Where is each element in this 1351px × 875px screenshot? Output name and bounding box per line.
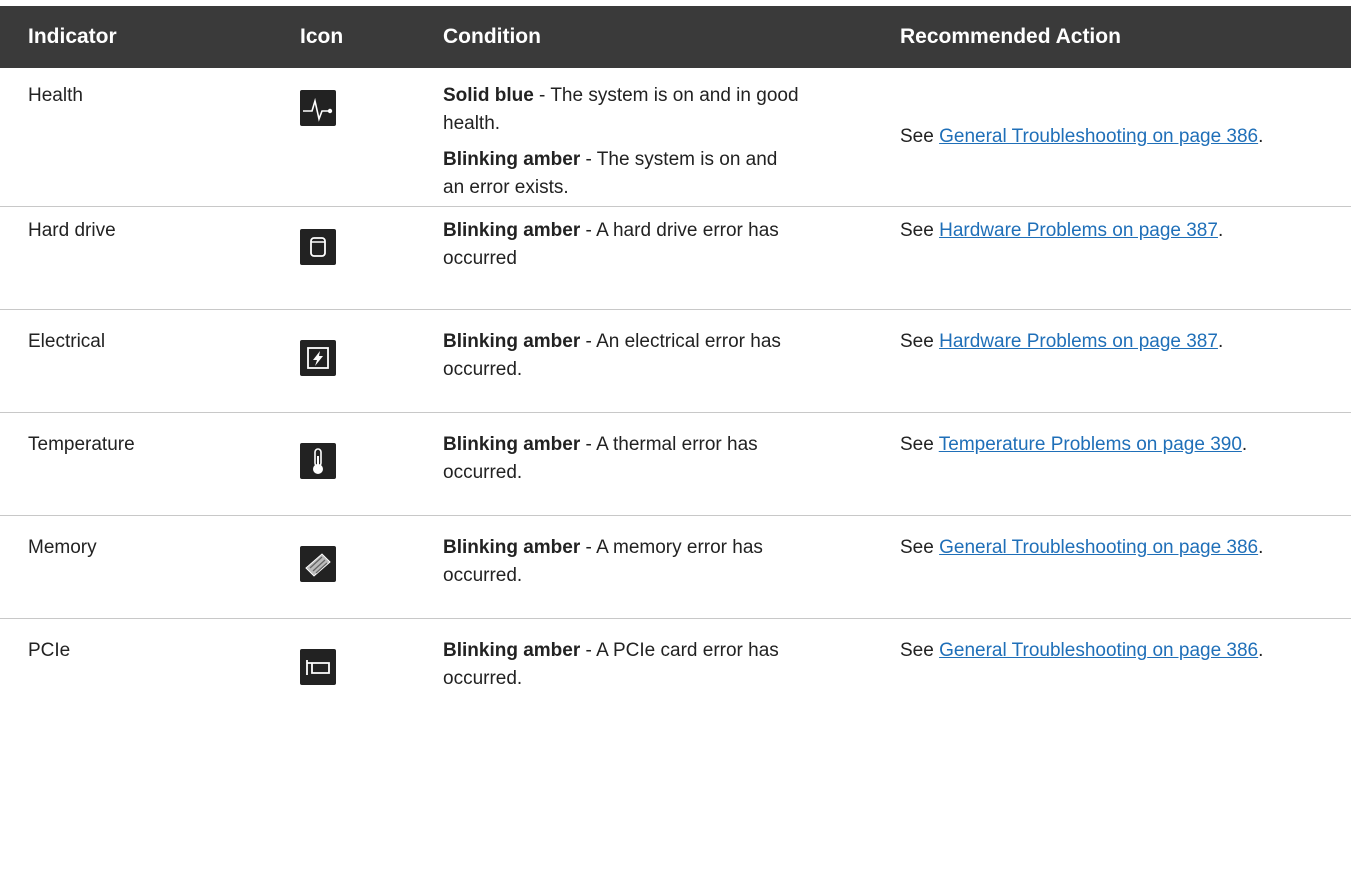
action-cell: See General Troubleshooting on page 386. bbox=[900, 637, 1300, 665]
table-row: Hard drive Blinking amber - A hard drive… bbox=[0, 207, 1351, 310]
condition-state: Blinking amber bbox=[443, 640, 581, 661]
action-prefix: See bbox=[900, 331, 940, 352]
health-pulse-icon bbox=[300, 90, 336, 126]
action-prefix: See bbox=[900, 220, 940, 241]
temperature-problems-link[interactable]: Temperature Problems bbox=[939, 434, 1131, 455]
action-suffix: . bbox=[1258, 640, 1264, 661]
indicator-name: Memory bbox=[28, 537, 97, 558]
pcie-card-icon bbox=[300, 649, 336, 685]
condition-cell: Blinking amber - An electrical error has… bbox=[443, 328, 803, 392]
electrical-bolt-icon bbox=[300, 340, 336, 376]
indicator-name: Hard drive bbox=[28, 220, 116, 241]
page-link[interactable]: on page 387 bbox=[1107, 331, 1218, 352]
table-row: Temperature Blinking amber - A thermal e… bbox=[0, 413, 1351, 516]
hard-drive-icon bbox=[300, 229, 336, 265]
indicator-name: Temperature bbox=[28, 434, 135, 455]
condition-cell: Blinking amber - A thermal error has occ… bbox=[443, 431, 803, 495]
condition-cell: Blinking amber - A hard drive error has … bbox=[443, 217, 803, 281]
action-cell: See Hardware Problems on page 387. bbox=[900, 328, 1300, 356]
table-row: Health Solid blue - The system is on and… bbox=[0, 68, 1351, 207]
action-suffix: . bbox=[1217, 220, 1224, 241]
indicator-table: Indicator Icon Condition Recommended Act… bbox=[0, 6, 1351, 721]
hardware-problems-link[interactable]: Hardware Problems bbox=[939, 220, 1107, 241]
condition-cell: Solid blue - The system is on and in goo… bbox=[443, 82, 803, 210]
condition-state: Blinking amber bbox=[443, 434, 581, 455]
header-icon: Icon bbox=[300, 25, 344, 48]
condition-state: Blinking amber bbox=[443, 149, 581, 170]
table-row: Electrical Blinking amber - An electrica… bbox=[0, 310, 1351, 413]
condition-state: Solid blue bbox=[443, 85, 534, 106]
condition-cell: Blinking amber - A PCIe card error has o… bbox=[443, 637, 803, 701]
troubleshooting-link[interactable]: General Troubleshooting bbox=[939, 126, 1147, 147]
action-cell: See Hardware Problems on page 387. bbox=[900, 217, 1300, 245]
hardware-problems-link[interactable]: Hardware Problems bbox=[939, 331, 1107, 352]
page-link[interactable]: on page 386 bbox=[1147, 537, 1258, 558]
page-link[interactable]: on page 386 bbox=[1147, 126, 1258, 147]
header-condition: Condition bbox=[443, 25, 541, 48]
action-prefix: See bbox=[900, 126, 940, 147]
condition-state: Blinking amber bbox=[443, 537, 581, 558]
indicator-name: Health bbox=[28, 85, 83, 106]
table-row: Memory Blinking amber - A memory error h… bbox=[0, 516, 1351, 619]
header-action: Recommended Action bbox=[900, 25, 1121, 48]
table-header: Indicator Icon Condition Recommended Act… bbox=[0, 6, 1351, 68]
page-link[interactable]: on page 390 bbox=[1131, 434, 1242, 455]
troubleshooting-link[interactable]: General Troubleshooting bbox=[939, 640, 1147, 661]
action-suffix: . bbox=[1217, 331, 1224, 352]
thermometer-icon bbox=[300, 443, 336, 479]
action-prefix: See bbox=[900, 434, 939, 455]
troubleshooting-link[interactable]: General Troubleshooting bbox=[939, 537, 1147, 558]
table-row: PCIe Blinking amber - A PCIe card error … bbox=[0, 619, 1351, 721]
action-cell: See Temperature Problems on page 390. bbox=[900, 431, 1300, 459]
indicator-name: PCIe bbox=[28, 640, 71, 661]
page-link[interactable]: on page 386 bbox=[1147, 640, 1258, 661]
action-suffix: . bbox=[1258, 126, 1264, 147]
condition-state: Blinking amber bbox=[443, 331, 581, 352]
action-cell: See General Troubleshooting on page 386. bbox=[900, 123, 1300, 151]
action-cell: See General Troubleshooting on page 386. bbox=[900, 534, 1300, 562]
action-suffix: . bbox=[1241, 434, 1248, 455]
action-prefix: See bbox=[900, 640, 940, 661]
indicator-name: Electrical bbox=[28, 331, 106, 352]
action-prefix: See bbox=[900, 537, 940, 558]
memory-module-icon bbox=[300, 546, 336, 582]
header-indicator: Indicator bbox=[28, 25, 117, 48]
condition-state: Blinking amber bbox=[443, 220, 581, 241]
action-suffix: . bbox=[1258, 537, 1264, 558]
condition-cell: Blinking amber - A memory error has occu… bbox=[443, 534, 803, 598]
page-link[interactable]: on page 387 bbox=[1107, 220, 1218, 241]
